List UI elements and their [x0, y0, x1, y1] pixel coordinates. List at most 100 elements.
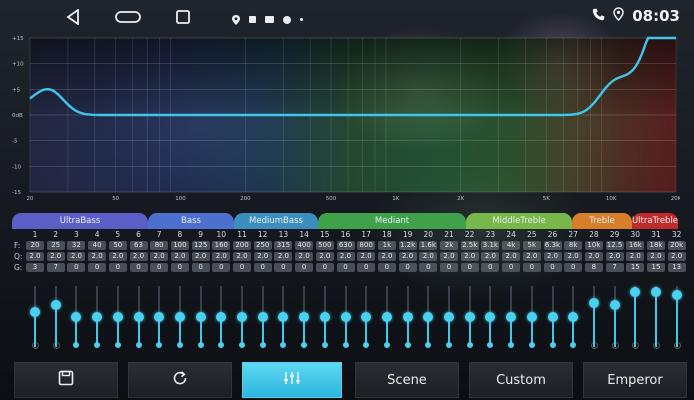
gain-cell[interactable]: 0 [129, 263, 148, 272]
gain-slider[interactable] [398, 286, 418, 350]
gain-slider[interactable] [253, 286, 273, 350]
freq-cell[interactable]: 800 [357, 241, 376, 250]
freq-cell[interactable]: 2k [440, 241, 458, 250]
gain-cell[interactable]: 0 [212, 263, 231, 272]
slider-knob[interactable] [526, 312, 537, 322]
gain-slider[interactable] [191, 286, 211, 350]
q-cell[interactable]: 2.0 [295, 252, 314, 261]
gain-cell[interactable]: 0 [440, 263, 458, 272]
slider-knob[interactable] [195, 312, 206, 322]
q-cell[interactable]: 2.0 [419, 252, 438, 261]
gain-slider[interactable] [108, 286, 128, 350]
gain-cell[interactable]: 0 [150, 263, 169, 272]
slider-knob[interactable] [278, 312, 289, 322]
q-cell[interactable]: 2.0 [191, 252, 210, 261]
gain-slider[interactable] [66, 286, 86, 350]
gain-slider[interactable] [480, 286, 500, 350]
gain-cell[interactable]: 13 [667, 263, 686, 272]
slider-knob[interactable] [174, 312, 185, 322]
freq-cell[interactable]: 3.1k [481, 241, 500, 250]
q-cell[interactable]: 2.0 [233, 252, 251, 261]
freq-cell[interactable]: 400 [295, 241, 314, 250]
gain-cell[interactable]: 0 [67, 263, 86, 272]
slider-knob[interactable] [257, 312, 268, 322]
slider-knob[interactable] [651, 286, 661, 297]
gain-cell[interactable]: 0 [191, 263, 210, 272]
gain-slider[interactable] [273, 286, 293, 350]
slider-knob[interactable] [319, 312, 330, 322]
freq-cell[interactable]: 50 [108, 241, 127, 250]
q-cell[interactable]: 2.0 [398, 252, 417, 261]
gain-cell[interactable]: 0 [460, 263, 479, 272]
slider-knob[interactable] [444, 312, 454, 322]
recents-icon[interactable] [172, 8, 194, 26]
gain-cell[interactable]: 7 [605, 263, 624, 272]
gain-slider[interactable] [460, 286, 480, 350]
gain-cell[interactable]: 0 [233, 263, 251, 272]
freq-cell[interactable]: 10k [584, 241, 603, 250]
gain-slider[interactable] [584, 286, 604, 350]
slider-knob[interactable] [588, 298, 599, 309]
q-cell[interactable]: 2.0 [170, 252, 189, 261]
gain-slider[interactable] [129, 286, 149, 350]
q-cell[interactable]: 2.0 [502, 252, 521, 261]
gain-slider[interactable] [336, 286, 356, 350]
gain-cell[interactable]: 0 [481, 263, 500, 272]
slider-knob[interactable] [630, 286, 641, 297]
slider-knob[interactable] [423, 312, 434, 322]
freq-cell[interactable]: 125 [191, 241, 210, 250]
save-button[interactable] [14, 362, 118, 398]
slider-knob[interactable] [568, 312, 579, 322]
freq-cell[interactable]: 20 [26, 241, 44, 250]
gain-slider[interactable] [170, 286, 190, 350]
slider-knob[interactable] [402, 312, 413, 322]
gain-slider[interactable] [522, 286, 542, 350]
reset-button[interactable] [128, 362, 232, 398]
home-icon[interactable] [114, 8, 142, 26]
q-cell[interactable]: 2.0 [253, 252, 272, 261]
gain-slider[interactable] [46, 286, 66, 350]
freq-cell[interactable]: 4k [502, 241, 521, 250]
gain-cell[interactable]: 0 [274, 263, 293, 272]
slider-knob[interactable] [92, 312, 103, 322]
slider-knob[interactable] [154, 312, 165, 322]
gain-slider[interactable] [294, 286, 314, 350]
freq-cell[interactable]: 1k [377, 241, 396, 250]
q-cell[interactable]: 2.0 [605, 252, 624, 261]
freq-cell[interactable]: 80 [150, 241, 169, 250]
slider-knob[interactable] [464, 312, 475, 322]
q-cell[interactable]: 2.0 [150, 252, 169, 261]
gain-cell[interactable]: 15 [647, 263, 665, 272]
gain-slider[interactable] [315, 286, 335, 350]
freq-cell[interactable]: 16k [626, 241, 645, 250]
gain-slider[interactable] [377, 286, 397, 350]
freq-cell[interactable]: 6.3k [543, 241, 562, 250]
q-cell[interactable]: 2.0 [564, 252, 583, 261]
q-cell[interactable]: 2.0 [357, 252, 376, 261]
slider-knob[interactable] [216, 312, 227, 322]
back-icon[interactable] [62, 8, 84, 26]
gain-cell[interactable]: 0 [253, 263, 272, 272]
q-cell[interactable]: 2.0 [667, 252, 686, 261]
q-cell[interactable]: 2.0 [440, 252, 458, 261]
slider-knob[interactable] [381, 312, 392, 322]
gain-slider[interactable] [87, 286, 107, 350]
equalizer-button[interactable] [242, 362, 342, 398]
slider-knob[interactable] [506, 312, 517, 322]
q-cell[interactable]: 2.0 [26, 252, 44, 261]
gain-cell[interactable]: 3 [26, 263, 44, 272]
slider-knob[interactable] [133, 312, 144, 322]
gain-cell[interactable]: 7 [46, 263, 65, 272]
emperor-button[interactable]: Emperor [583, 362, 687, 398]
freq-cell[interactable]: 2.5k [460, 241, 479, 250]
q-cell[interactable]: 2.0 [108, 252, 127, 261]
freq-cell[interactable]: 32 [67, 241, 86, 250]
gain-slider[interactable] [667, 286, 687, 350]
q-cell[interactable]: 2.0 [129, 252, 148, 261]
gain-slider[interactable] [25, 286, 45, 350]
slider-knob[interactable] [50, 300, 61, 311]
gain-slider[interactable] [418, 286, 438, 350]
gain-cell[interactable]: 0 [502, 263, 521, 272]
slider-knob[interactable] [671, 289, 682, 300]
slider-knob[interactable] [30, 306, 40, 317]
